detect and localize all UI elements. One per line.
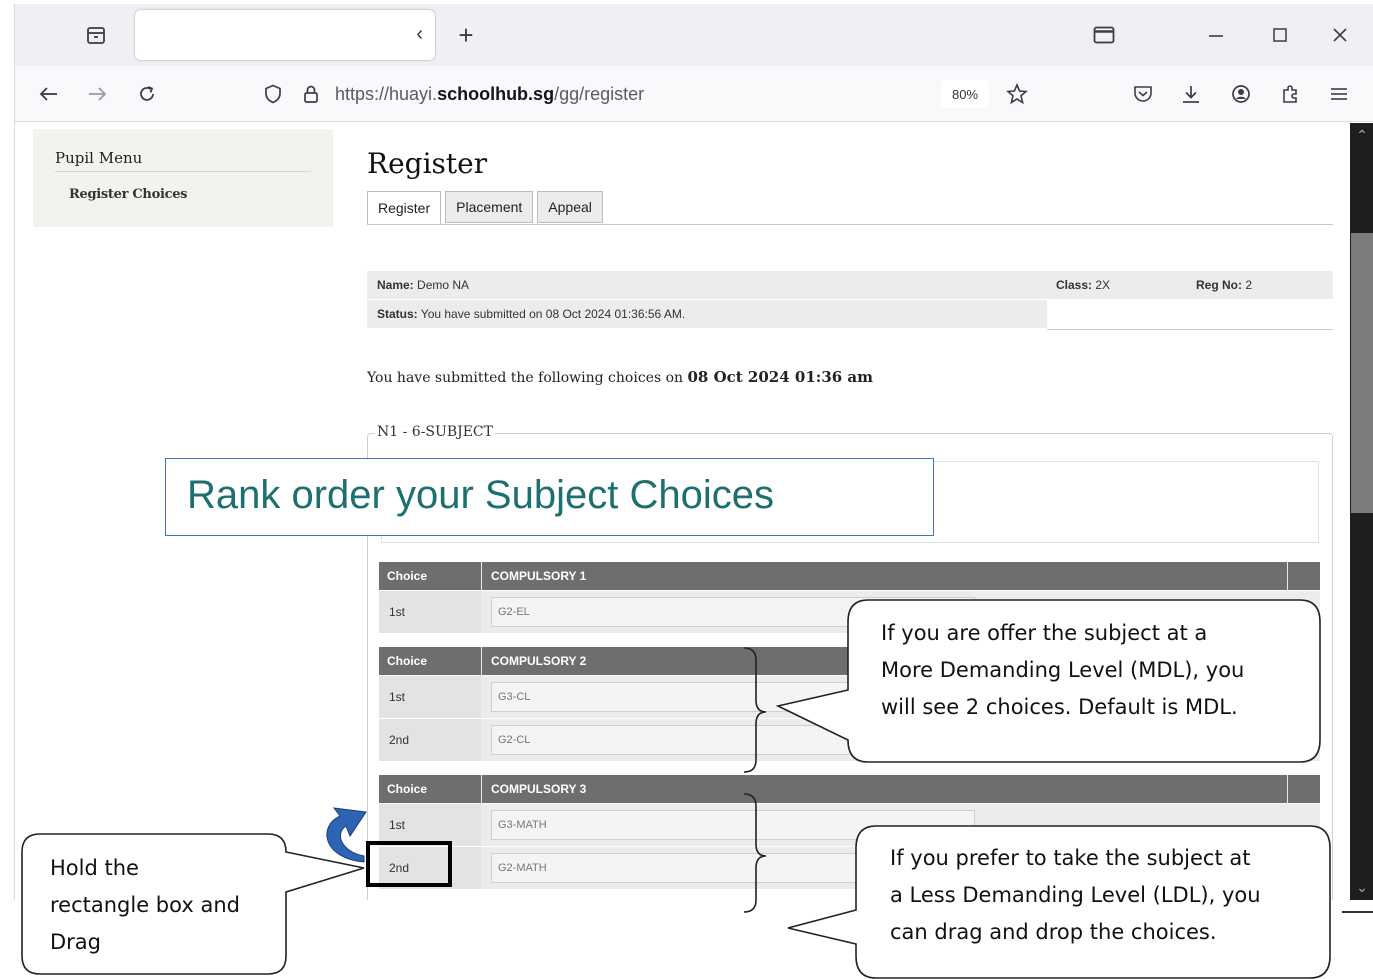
drag-highlight-box	[366, 841, 452, 887]
annotation-shapes	[21, 599, 1373, 979]
callout-line: If you prefer to take the subject at	[890, 846, 1251, 870]
curved-arrow-icon	[326, 807, 367, 863]
ldl-callout-text: If you prefer to take the subject at a L…	[890, 840, 1261, 951]
brace-compulsory-2	[743, 647, 767, 773]
drag-callout-text: Hold the rectangle box and Drag	[50, 850, 240, 961]
callout-line: If you are offer the subject at a	[881, 621, 1208, 645]
callout-line: will see 2 choices. Default is MDL.	[881, 695, 1238, 719]
mdl-callout-text: If you are offer the subject at a More D…	[881, 615, 1244, 726]
callout-line: Hold the	[50, 856, 139, 880]
callout-line: Drag	[50, 930, 102, 954]
callout-line: a Less Demanding Level (LDL), you	[890, 883, 1261, 907]
callout-line: rectangle box and	[50, 893, 240, 917]
callout-line: can drag and drop the choices.	[890, 920, 1217, 944]
callout-line: More Demanding Level (MDL), you	[881, 658, 1245, 682]
brace-compulsory-3	[743, 793, 767, 913]
